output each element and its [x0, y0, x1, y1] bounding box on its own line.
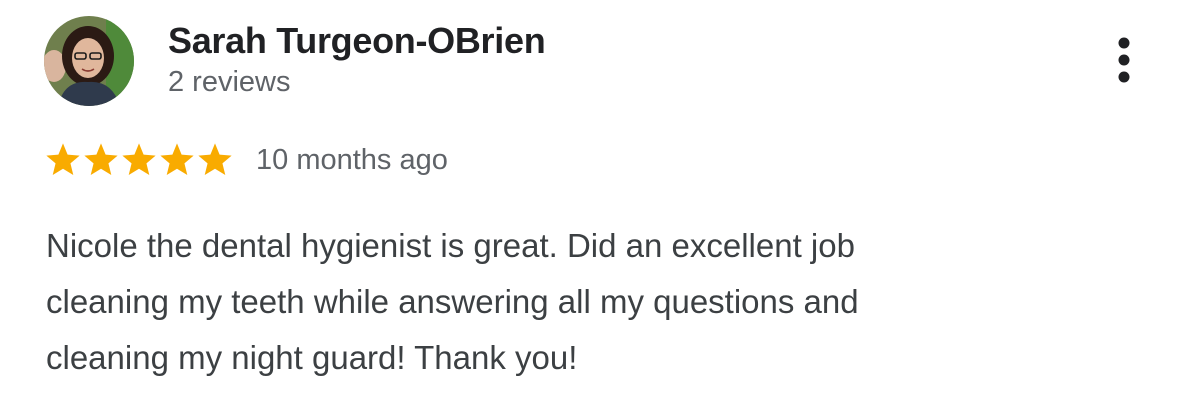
- star-icon: [158, 141, 196, 179]
- review-text: Nicole the dental hygienist is great. Di…: [46, 218, 1046, 386]
- avatar-photo-icon: [44, 16, 134, 106]
- star-icon: [44, 141, 82, 179]
- star-icon: [82, 141, 120, 179]
- rating-row: 10 months ago: [44, 140, 448, 180]
- more-options-button[interactable]: [1104, 34, 1144, 86]
- review-text-line: cleaning my night guard! Thank you!: [46, 339, 578, 376]
- reviewer-name[interactable]: Sarah Turgeon-OBrien: [168, 20, 546, 62]
- star-icon: [196, 141, 234, 179]
- review-card: Sarah Turgeon-OBrien 2 reviews 10 months…: [0, 0, 1200, 413]
- star-icon: [120, 141, 158, 179]
- star-rating: [44, 141, 234, 179]
- review-text-line: cleaning my teeth while answering all my…: [46, 283, 859, 320]
- review-time: 10 months ago: [256, 143, 448, 176]
- review-count[interactable]: 2 reviews: [168, 66, 291, 99]
- more-vertical-icon: [1118, 37, 1130, 83]
- reviewer-avatar[interactable]: [44, 16, 134, 106]
- review-text-line: Nicole the dental hygienist is great. Di…: [46, 227, 855, 264]
